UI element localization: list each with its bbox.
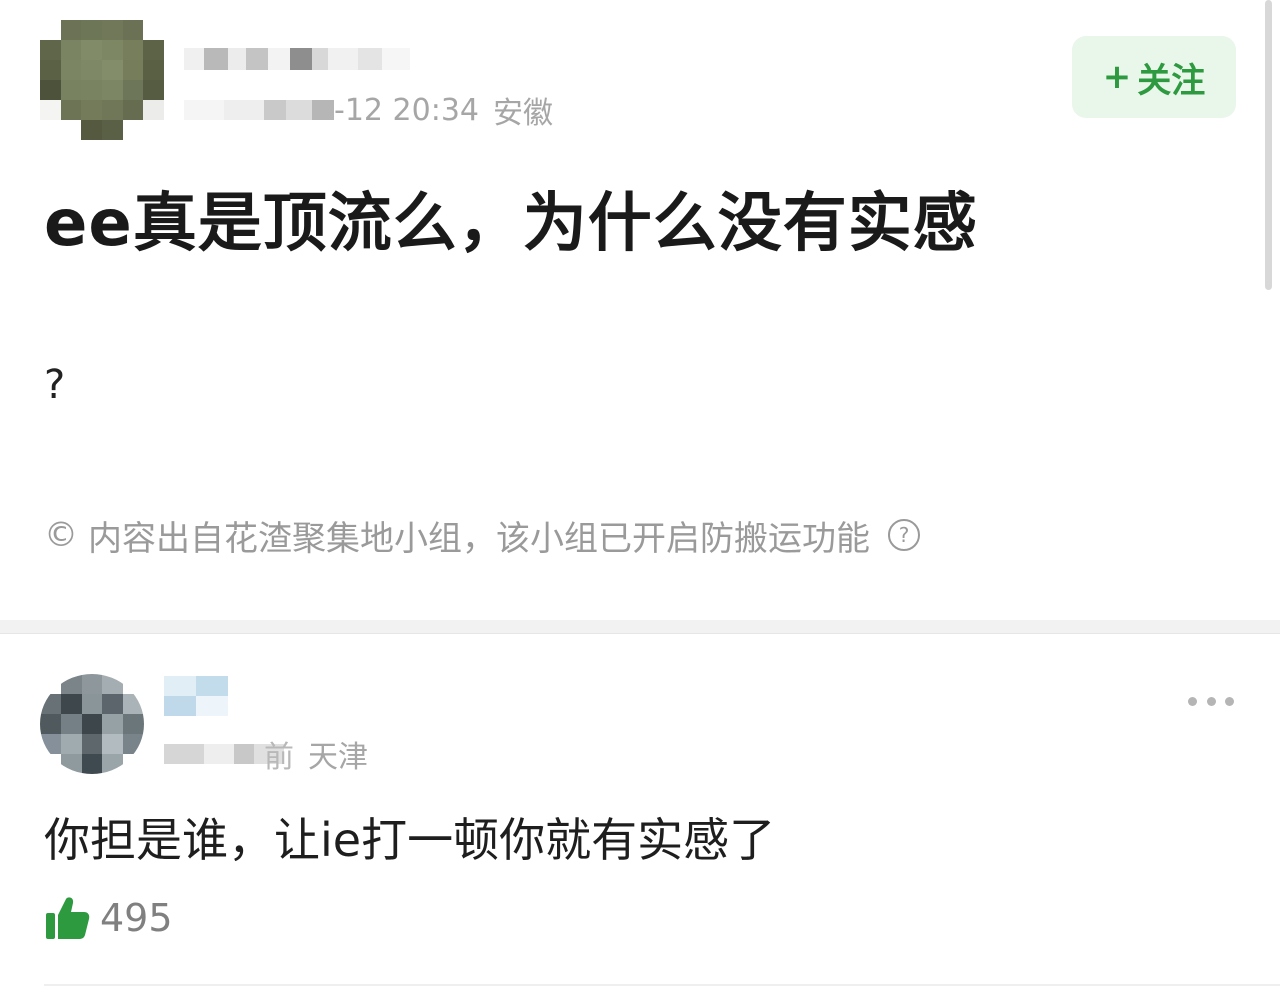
post-title: ee真是顶流么，为什么没有实感	[44, 187, 978, 261]
commenter-avatar[interactable]	[40, 674, 144, 774]
page: -12 20:34 安徽 + 关注 ee真是顶流么，为什么没有实感 ? © 内容…	[0, 0, 1280, 990]
thumbs-up-icon	[46, 897, 90, 939]
post-time: -12 20:34	[334, 92, 479, 128]
like-count: 495	[100, 896, 173, 940]
comment-text: 你担是谁，让ie打一顿你就有实感了	[44, 813, 776, 867]
notice-text: 内容出自花渣聚集地小组，该小组已开启防搬运功能	[88, 518, 870, 559]
copyright-icon: ©	[44, 515, 78, 555]
commenter-name-redacted	[164, 676, 228, 716]
post-location: 安徽	[493, 96, 553, 131]
plus-icon: +	[1102, 57, 1132, 97]
follow-button[interactable]: + 关注	[1072, 36, 1236, 118]
post-date-redacted	[184, 98, 334, 122]
follow-label: 关注	[1137, 60, 1206, 101]
comment-time: 前	[264, 740, 294, 775]
anti-repost-notice: © 内容出自花渣聚集地小组，该小组已开启防搬运功能 ?	[44, 510, 920, 560]
like-button[interactable]: 495	[44, 890, 173, 946]
comment-divider	[44, 984, 1280, 986]
section-divider	[0, 620, 1280, 634]
section-divider-line	[0, 633, 1280, 634]
more-dots-icon[interactable]	[1188, 690, 1234, 712]
scrollbar[interactable]	[1265, 0, 1272, 290]
post-author-avatar[interactable]	[40, 20, 164, 140]
comment-meta: 前 天津	[164, 732, 368, 776]
post-meta: -12 20:34 安徽	[184, 88, 553, 132]
comment-location: 天津	[308, 740, 368, 775]
post-author-name-redacted	[184, 38, 412, 80]
post-body: ?	[44, 362, 66, 408]
question-circle-icon[interactable]: ?	[888, 519, 920, 551]
